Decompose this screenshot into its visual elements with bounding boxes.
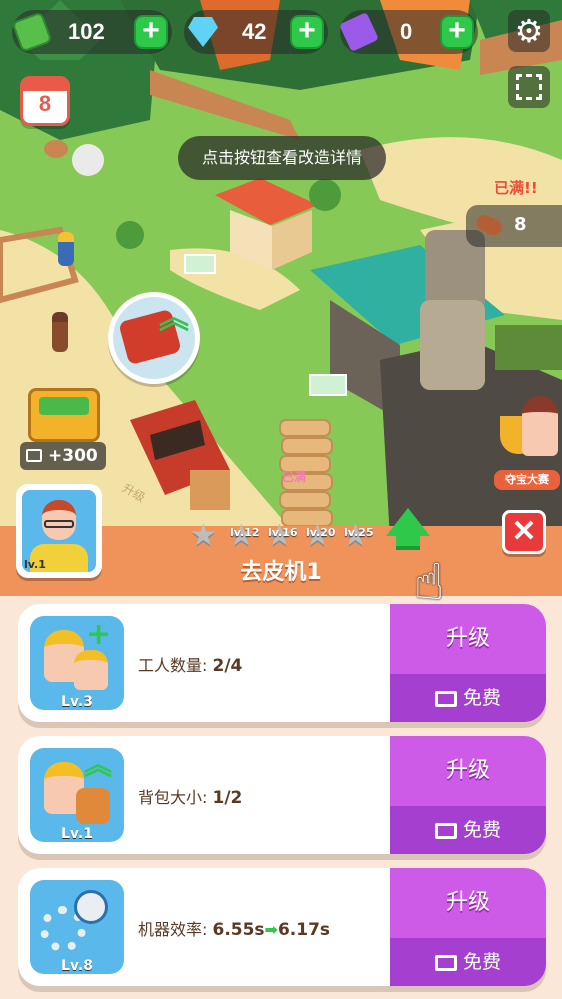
add-tickets-button[interactable]: + — [440, 15, 474, 49]
log-icon — [473, 212, 505, 238]
icon-level: Lv.1 — [61, 826, 93, 842]
gem-counter: 42 + — [184, 10, 328, 54]
calendar-icon — [23, 79, 67, 91]
gears-stopwatch-icon: Lv.8 — [30, 880, 124, 974]
upgrade-label: 升级 — [445, 890, 490, 915]
worker-level: lv.1 — [24, 558, 46, 571]
log-count: 8 — [514, 214, 527, 235]
worker-figure — [52, 312, 68, 352]
icon-level: Lv.3 — [61, 694, 93, 710]
cash-icon — [11, 11, 53, 53]
video-icon — [434, 690, 457, 707]
free-label: 免费 — [462, 687, 501, 709]
reward-pill: +300 — [20, 442, 106, 470]
stat-label: 工人数量: — [138, 656, 213, 675]
upgrade-card-backpack: ︽ Lv.1 背包大小: 1/2 升级 免费 — [18, 736, 546, 854]
machine-upgrade-bubble[interactable]: ︽ — [108, 292, 200, 384]
card-stat: 工人数量: 2/4 — [138, 652, 242, 676]
workers-icon: + Lv.3 — [30, 616, 124, 710]
stump — [44, 140, 68, 158]
upgrade-arrows-icon: ︽ — [159, 301, 189, 336]
backpack-icon: ︽ Lv.1 — [30, 748, 124, 842]
star-icon: ★ — [190, 518, 217, 553]
milestone-label: lv.25 — [344, 526, 374, 539]
icon-level: Lv.8 — [61, 958, 93, 974]
ticket-icon — [339, 12, 379, 52]
pointing-hand-icon: ☝ — [414, 553, 445, 611]
video-icon — [26, 449, 42, 462]
gem-value: 42 — [242, 19, 267, 44]
milestone-bar: ★ ★ lv.12 ★ lv.16 ★ lv.20 ★ lv.25 — [190, 518, 380, 556]
free-upgrade-button[interactable]: 免费 — [390, 806, 546, 854]
game-map[interactable]: 已满!! 8 升级 已满 ︽ +300 夺宝大赛 — [0, 0, 562, 540]
fullscreen-button[interactable] — [508, 66, 550, 108]
cash-counter: 102 + — [11, 10, 172, 54]
upgrade-arrows-icon: ︽ — [84, 748, 113, 781]
milestone-label: lv.16 — [268, 526, 298, 539]
tooltip: 点击按钮查看改造详情 — [178, 136, 386, 180]
diamond-icon — [188, 17, 218, 47]
arrow-up-icon — [386, 508, 430, 536]
worker-figure — [58, 232, 74, 266]
free-upgrade-button[interactable]: 免费 — [390, 938, 546, 986]
full-label: 已满!! — [494, 179, 538, 197]
stat-value: 6.55s — [212, 920, 265, 940]
upgrade-label: 升级 — [445, 626, 490, 651]
log-counter: 8 — [466, 205, 562, 247]
close-icon: ✕ — [511, 515, 537, 548]
arrow-up-icon — [396, 534, 420, 550]
stat-label: 背包大小: — [138, 788, 213, 807]
plus-icon: + — [86, 617, 112, 652]
reward-amount: +300 — [48, 446, 98, 466]
video-icon — [434, 822, 457, 839]
ticket-value: 0 — [400, 19, 413, 44]
free-label: 免费 — [462, 951, 501, 973]
add-gems-button[interactable]: + — [290, 15, 324, 49]
treasure-chest-icon — [28, 388, 100, 442]
free-label: 免费 — [462, 819, 501, 841]
event-avatar — [522, 396, 558, 456]
calendar-day: 8 — [38, 91, 52, 116]
milestone-label: lv.20 — [306, 526, 336, 539]
upgrade-arrow-button[interactable] — [386, 508, 430, 556]
upgrade-button[interactable]: 升级 免费 — [390, 604, 546, 722]
gear-icon: ⚙ — [514, 12, 544, 50]
milestone-label: lv.12 — [230, 526, 260, 539]
stat-value: 1/2 — [212, 788, 243, 808]
calendar-button[interactable]: 8 — [20, 76, 70, 126]
reward-chest[interactable]: +300 — [20, 382, 106, 470]
game-screen: 已满!! 8 升级 已满 ︽ +300 夺宝大赛 102 + 42 + 0 + … — [0, 0, 562, 999]
card-stat: 背包大小: 1/2 — [138, 784, 242, 808]
event-button[interactable]: 夺宝大赛 — [492, 396, 562, 496]
upgrade-card-workers: + Lv.3 工人数量: 2/4 升级 免费 — [18, 604, 546, 722]
free-upgrade-button[interactable]: 免费 — [390, 674, 546, 722]
upgrade-panel: 去皮机1 ★ ★ lv.12 ★ lv.16 ★ lv.20 ★ lv.25 ☝… — [0, 508, 562, 999]
upgrade-card-efficiency: Lv.8 机器效率: 6.55s➡6.17s 升级 免费 — [18, 868, 546, 986]
upgrade-label: 升级 — [445, 758, 490, 783]
cash-value: 102 — [68, 19, 105, 44]
stat-value: 2/4 — [212, 656, 243, 676]
stat-value-next: 6.17s — [277, 920, 331, 940]
upgrade-button[interactable]: 升级 免费 — [390, 868, 546, 986]
video-icon — [434, 954, 457, 971]
add-cash-button[interactable]: + — [134, 15, 168, 49]
close-button[interactable]: ✕ — [502, 510, 546, 554]
upgrade-button[interactable]: 升级 免费 — [390, 736, 546, 854]
settings-button[interactable]: ⚙ — [508, 10, 550, 52]
stack-label: 已满 — [282, 470, 307, 484]
worker-avatar-button[interactable]: lv.1 — [16, 484, 102, 578]
arrow-right-icon: ➡ — [264, 920, 278, 939]
event-label: 夺宝大赛 — [494, 470, 560, 490]
ticket-counter: 0 + — [339, 10, 478, 54]
expand-icon — [516, 74, 542, 100]
stat-label: 机器效率: — [138, 920, 213, 939]
card-stat: 机器效率: 6.55s➡6.17s — [138, 916, 330, 940]
